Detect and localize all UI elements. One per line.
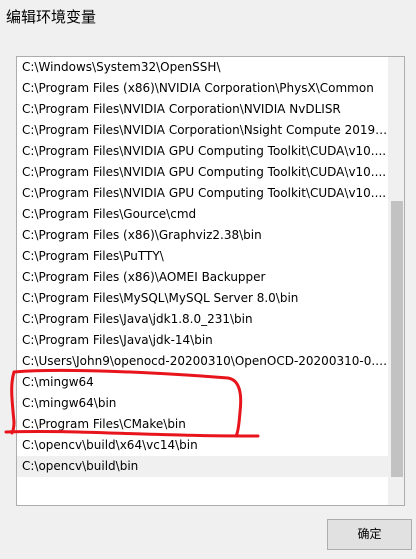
- vertical-scrollbar[interactable]: [388, 57, 404, 505]
- list-item[interactable]: C:\Program Files\CMake\bin: [17, 414, 389, 435]
- list-item[interactable]: C:\Program Files (x86)\AOMEI Backupper: [17, 267, 389, 288]
- list-item[interactable]: C:\Program Files (x86)\NVIDIA Corporatio…: [17, 78, 389, 99]
- path-list-box[interactable]: C:\Windows\System32\OpenSSH\ C:\Program …: [16, 56, 405, 506]
- list-item[interactable]: C:\Program Files (x86)\Graphviz2.38\bin: [17, 225, 389, 246]
- path-list[interactable]: C:\Windows\System32\OpenSSH\ C:\Program …: [17, 57, 389, 505]
- list-item[interactable]: C:\Program Files\NVIDIA GPU Computing To…: [17, 141, 389, 162]
- list-item[interactable]: C:\Program Files\NVIDIA Corporation\Nsig…: [17, 120, 389, 141]
- list-item[interactable]: C:\Program Files\Java\jdk1.8.0_231\bin: [17, 309, 389, 330]
- list-item[interactable]: C:\Program Files\NVIDIA Corporation\NVID…: [17, 99, 389, 120]
- list-item[interactable]: C:\mingw64\bin: [17, 393, 389, 414]
- list-item[interactable]: C:\Program Files\NVIDIA GPU Computing To…: [17, 183, 389, 204]
- ok-button[interactable]: 确定: [327, 519, 412, 550]
- list-item[interactable]: C:\Program Files\PuTTY\: [17, 246, 389, 267]
- scrollbar-thumb[interactable]: [391, 201, 403, 477]
- list-item[interactable]: C:\Users\John9\openocd-20200310\OpenOCD-…: [17, 351, 389, 372]
- list-item[interactable]: C:\Program Files\Gource\cmd: [17, 204, 389, 225]
- list-item[interactable]: C:\Program Files\MySQL\MySQL Server 8.0\…: [17, 288, 389, 309]
- edit-env-var-dialog: 编辑环境变量 C:\Windows\System32\OpenSSH\ C:\P…: [0, 0, 416, 559]
- list-item[interactable]: C:\mingw64: [17, 372, 389, 393]
- list-item[interactable]: C:\Program Files\Java\jdk-14\bin: [17, 330, 389, 351]
- list-item-selected[interactable]: C:\opencv\build\bin: [17, 456, 389, 477]
- dialog-title: 编辑环境变量: [6, 8, 97, 26]
- list-item[interactable]: C:\Windows\System32\OpenSSH\: [17, 57, 389, 78]
- list-item[interactable]: C:\opencv\build\x64\vc14\bin: [17, 435, 389, 456]
- list-item[interactable]: C:\Program Files\NVIDIA GPU Computing To…: [17, 162, 389, 183]
